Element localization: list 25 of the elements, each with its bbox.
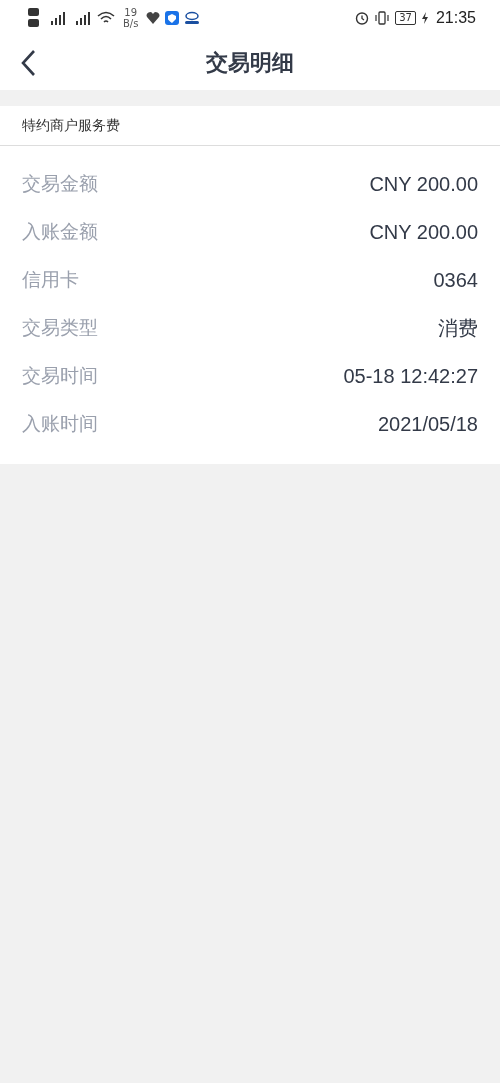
detail-label: 交易类型 <box>22 315 98 340</box>
detail-label: 信用卡 <box>22 267 79 292</box>
detail-value: CNY 200.00 <box>369 220 478 244</box>
detail-label: 交易金额 <box>22 171 98 196</box>
vibrate-icon <box>374 11 391 25</box>
detail-value: 2021/05/18 <box>377 412 478 436</box>
detail-label: 入账金额 <box>22 219 98 244</box>
detail-value: 0364 <box>433 268 478 292</box>
detail-value: 05-18 12:42:27 <box>343 364 478 388</box>
charging-icon <box>420 11 429 25</box>
status-time: 21:35 <box>435 9 476 27</box>
net-speed: 19 <box>124 7 138 18</box>
merchant-name: 特约商户服务费 <box>22 116 120 135</box>
shield-icon <box>165 11 180 25</box>
detail-value: CNY 200.00 <box>369 172 478 196</box>
heart-icon <box>146 12 161 24</box>
net-unit: B/s <box>123 18 139 29</box>
detail-label: 交易时间 <box>22 363 98 388</box>
page-title: 交易明细 <box>206 49 294 77</box>
wifi-icon <box>97 11 115 25</box>
alarm-icon <box>355 11 370 25</box>
detail-value: 消费 <box>438 315 478 341</box>
battery-indicator: 37 <box>395 11 416 25</box>
back-icon[interactable] <box>20 49 36 77</box>
detail-label: 入账时间 <box>22 411 98 436</box>
